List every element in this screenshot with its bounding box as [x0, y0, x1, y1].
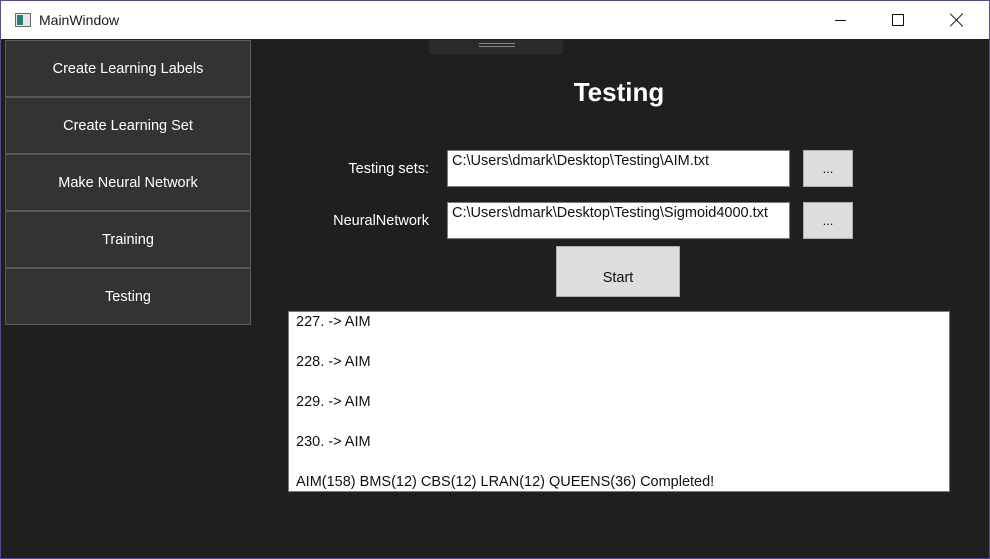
main-window: MainWindow Create Learning Labels Create… — [0, 0, 990, 559]
drag-handle-icon[interactable] — [429, 40, 563, 54]
minimize-button[interactable] — [811, 1, 869, 39]
page-title: Testing — [573, 77, 665, 107]
output-line: 227. -> AIM — [296, 314, 371, 330]
output-line: 230. -> AIM — [296, 434, 371, 450]
maximize-button[interactable] — [869, 1, 927, 39]
close-button[interactable] — [928, 1, 986, 39]
nav-testing-button[interactable]: Testing — [5, 268, 251, 325]
output-line: AIM(158) BMS(12) CBS(12) LRAN(12) QUEENS… — [296, 474, 715, 490]
output-log[interactable]: 227. -> AIM 228. -> AIM 229. -> AIM 230.… — [288, 311, 950, 492]
testing-sets-path-input[interactable]: C:\Users\dmark\Desktop\Testing\AIM.txt — [447, 150, 790, 187]
start-button[interactable]: Start — [556, 246, 680, 297]
nav-training-button[interactable]: Training — [5, 211, 251, 268]
title-bar[interactable]: MainWindow — [1, 1, 989, 39]
testing-sets-label: Testing sets: — [348, 161, 429, 177]
neural-network-path-input[interactable]: C:\Users\dmark\Desktop\Testing\Sigmoid40… — [447, 202, 790, 239]
app-window-icon — [15, 13, 31, 27]
neural-network-label: NeuralNetwork — [333, 213, 429, 229]
nav-create-learning-set-button[interactable]: Create Learning Set — [5, 97, 251, 154]
close-icon — [950, 13, 964, 27]
nav-make-neural-network-button[interactable]: Make Neural Network — [5, 154, 251, 211]
output-line: 229. -> AIM — [296, 394, 371, 410]
sidebar-nav: Create Learning Labels Create Learning S… — [5, 40, 251, 325]
browse-testing-sets-button[interactable]: ... — [803, 150, 853, 187]
nav-create-learning-labels-button[interactable]: Create Learning Labels — [5, 40, 251, 97]
minimize-icon — [834, 19, 846, 21]
browse-neural-network-button[interactable]: ... — [803, 202, 853, 239]
window-title: MainWindow — [39, 12, 120, 28]
maximize-icon — [892, 14, 904, 26]
output-line: 228. -> AIM — [296, 354, 371, 370]
